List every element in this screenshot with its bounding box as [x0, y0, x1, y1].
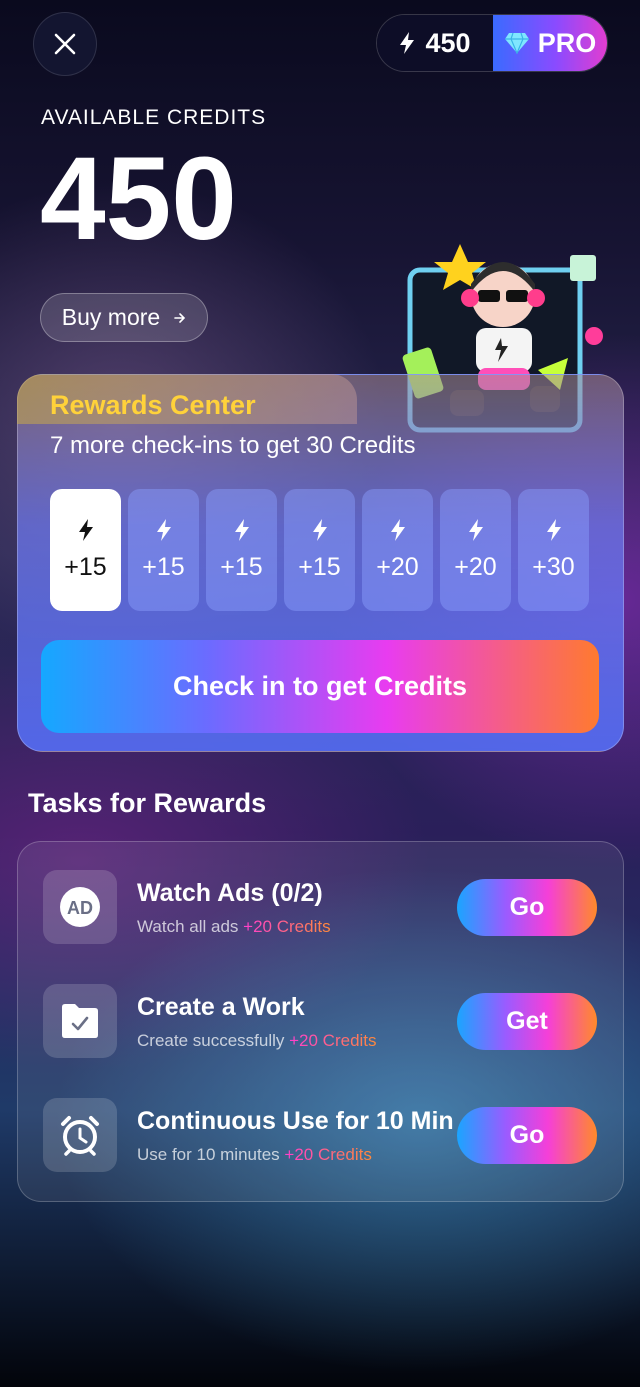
checkin-day-amount: +15: [64, 552, 107, 581]
rewards-title: Rewards Center: [50, 390, 256, 420]
tasks-title: Tasks for Rewards: [28, 788, 267, 818]
checkin-day-7[interactable]: +30: [518, 489, 589, 611]
task-title: Continuous Use for 10 Min: [137, 1107, 454, 1135]
rewards-subtitle: 7 more check-ins to get 30 Credits: [50, 432, 416, 459]
create-work-get-button[interactable]: Get: [457, 993, 597, 1050]
folder-check-icon: [62, 1004, 98, 1038]
continuous-use-go-button[interactable]: Go: [457, 1107, 597, 1164]
task-icon-box: [43, 984, 117, 1058]
task-description: Create successfully +20 Credits: [137, 1031, 377, 1050]
check-in-button[interactable]: Check in to get Credits: [41, 640, 599, 733]
task-reward: +20 Credits: [243, 917, 331, 936]
checkin-day-amount: +15: [142, 552, 185, 581]
close-icon: [54, 33, 76, 55]
checkin-day-2[interactable]: +15: [128, 489, 199, 611]
available-credits-label: AVAILABLE CREDITS: [41, 106, 267, 129]
close-button[interactable]: [33, 12, 97, 76]
lightning-icon: [390, 518, 405, 541]
task-title: Create a Work: [137, 993, 305, 1021]
lightning-icon: [78, 518, 93, 541]
lightning-icon: [400, 32, 415, 54]
check-in-button-label: Check in to get Credits: [172, 671, 468, 701]
ad-icon: AD: [60, 887, 100, 927]
task-description: Use for 10 minutes +20 Credits: [137, 1145, 372, 1164]
buy-more-label: Buy more: [61, 304, 161, 330]
task-icon-box: [43, 1098, 117, 1172]
checkin-day-3[interactable]: +15: [206, 489, 277, 611]
buy-more-button[interactable]: Buy more: [40, 293, 208, 342]
task-description: Watch all ads +20 Credits: [137, 917, 331, 936]
alarm-clock-icon: [61, 1116, 99, 1156]
checkin-day-4[interactable]: +15: [284, 489, 355, 611]
checkin-day-5[interactable]: +20: [362, 489, 433, 611]
checkin-day-1[interactable]: +15: [50, 489, 121, 611]
pro-badge[interactable]: PRO: [493, 15, 607, 71]
watch-ads-go-button[interactable]: Go: [457, 879, 597, 936]
lightning-icon: [312, 518, 327, 541]
task-reward: +20 Credits: [284, 1145, 372, 1164]
checkin-day-amount: +15: [298, 552, 341, 581]
credit-balance-value: 450: [425, 27, 471, 58]
lightning-icon: [234, 518, 249, 541]
lightning-icon: [468, 518, 483, 541]
available-credits-value: 450: [40, 133, 237, 265]
task-title: Watch Ads (0/2): [137, 879, 323, 907]
task-reward: +20 Credits: [289, 1031, 377, 1050]
lightning-icon: [546, 518, 561, 541]
svg-text:AD: AD: [67, 898, 93, 918]
checkin-day-amount: +30: [532, 552, 575, 581]
credit-balance: 450: [377, 15, 493, 71]
lightning-icon: [156, 518, 171, 541]
arrow-right-icon: [174, 312, 186, 323]
task-icon-box: AD: [43, 870, 117, 944]
checkin-day-amount: +15: [220, 552, 263, 581]
checkin-day-6[interactable]: +20: [440, 489, 511, 611]
checkin-day-amount: +20: [454, 552, 497, 581]
checkin-day-amount: +20: [376, 552, 419, 581]
pro-label: PRO: [537, 27, 597, 58]
diamond-icon: [504, 32, 529, 54]
credit-pro-pill[interactable]: 450 PRO: [376, 14, 608, 72]
